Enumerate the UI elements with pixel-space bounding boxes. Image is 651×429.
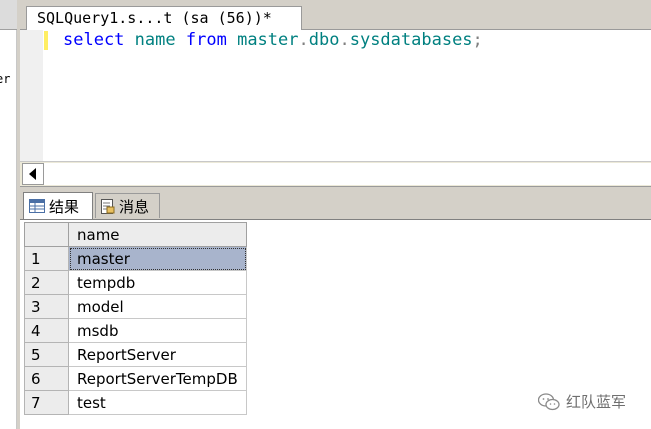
row-number-cell[interactable]: 6 [24,366,69,391]
row-number-cell[interactable]: 7 [24,390,69,415]
tab-title: SQLQuery1.s...t (sa (56))* [37,9,272,27]
code-token-punct: ; [472,30,483,50]
code-token-punct: . [339,30,350,50]
tab-results[interactable]: 结果 [23,192,93,219]
object-explorer-edge: er [0,0,17,429]
row-number-cell[interactable]: 2 [24,270,69,295]
code-token-table: master [237,30,299,50]
row-number-cell[interactable]: 5 [24,342,69,367]
wechat-icon [538,392,560,410]
table-row[interactable]: 5 ReportServer [24,342,247,367]
object-explorer-tab-edge[interactable] [0,0,17,30]
tab-messages-label: 消息 [119,197,150,216]
results-grid: name 1 master 2 tempdb 3 model 4 msdb 5 ReportSer… [24,222,247,415]
unsaved-change-marker [44,31,48,50]
row-number-cell[interactable]: 3 [24,294,69,319]
grid-header-row: name [24,222,247,247]
table-row[interactable]: 2 tempdb [24,270,247,295]
name-cell[interactable]: tempdb [68,270,247,295]
table-row[interactable]: 6 ReportServerTempDB [24,366,247,391]
row-number-cell[interactable]: 1 [24,246,69,271]
object-explorer-text-fragment: er [0,72,11,86]
watermark-text: 红队蓝军 [566,393,627,411]
code-token-keyword: from [185,30,227,50]
name-cell[interactable]: ReportServer [68,342,247,367]
name-cell[interactable]: ReportServerTempDB [68,366,247,391]
document-icon [101,198,115,214]
tab-results-label: 结果 [49,197,80,216]
table-row[interactable]: 4 msdb [24,318,247,343]
tab-messages[interactable]: 消息 [95,193,160,218]
grid-icon [29,199,45,213]
column-header-name[interactable]: name [68,222,247,247]
table-row[interactable]: 7 test [24,390,247,415]
name-cell[interactable]: master [68,246,247,271]
table-row[interactable]: 3 model [24,294,247,319]
code-token-keyword: select [63,30,125,50]
code-token-table: sysdatabases [349,30,473,50]
code-token-column: name [134,30,176,50]
row-number-cell[interactable]: 4 [24,318,69,343]
arrow-left-icon [29,168,36,180]
code-token-punct: . [298,30,309,50]
tab-sqlquery1[interactable]: SQLQuery1.s...t (sa (56))* [26,6,302,31]
code-token-table: dbo [308,30,340,50]
scrollbar-track[interactable] [44,163,651,185]
editor-gutter [20,30,43,161]
name-cell[interactable]: test [68,390,247,415]
name-cell[interactable]: model [68,294,247,319]
watermark: 红队蓝军 [538,391,626,412]
name-cell[interactable]: msdb [68,318,247,343]
scroll-left-button[interactable] [22,163,44,185]
code-line-1[interactable]: select name from master.dbo.sysdatabases… [63,29,483,51]
grid-corner-cell[interactable] [24,222,69,247]
table-row[interactable]: 1 master [24,246,247,271]
